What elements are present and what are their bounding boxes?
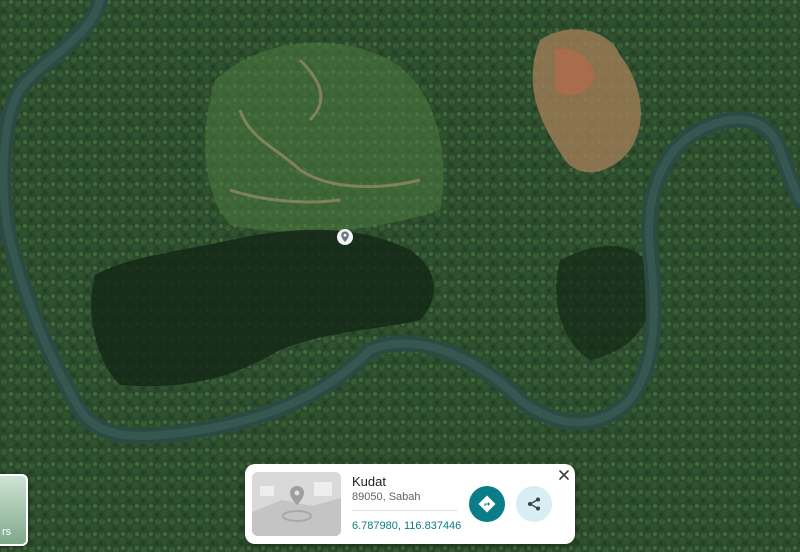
place-name: Kudat <box>352 474 386 489</box>
street-view-thumbnail[interactable] <box>252 472 341 536</box>
place-coordinates[interactable]: 6.787980, 116.837446 <box>352 520 461 532</box>
place-info-card: Kudat 89050, Sabah 6.787980, 116.837446 <box>245 464 575 544</box>
location-pin-icon[interactable] <box>336 228 354 246</box>
share-icon <box>528 497 540 511</box>
layers-toggle-button[interactable]: rs <box>0 474 28 546</box>
close-icon <box>559 470 569 480</box>
share-button[interactable] <box>516 486 552 522</box>
directions-icon <box>478 495 496 513</box>
place-address: 89050, Sabah <box>352 491 421 503</box>
close-button[interactable] <box>556 467 572 483</box>
layers-label: rs <box>2 526 12 538</box>
divider <box>352 510 457 511</box>
directions-button[interactable] <box>469 486 505 522</box>
